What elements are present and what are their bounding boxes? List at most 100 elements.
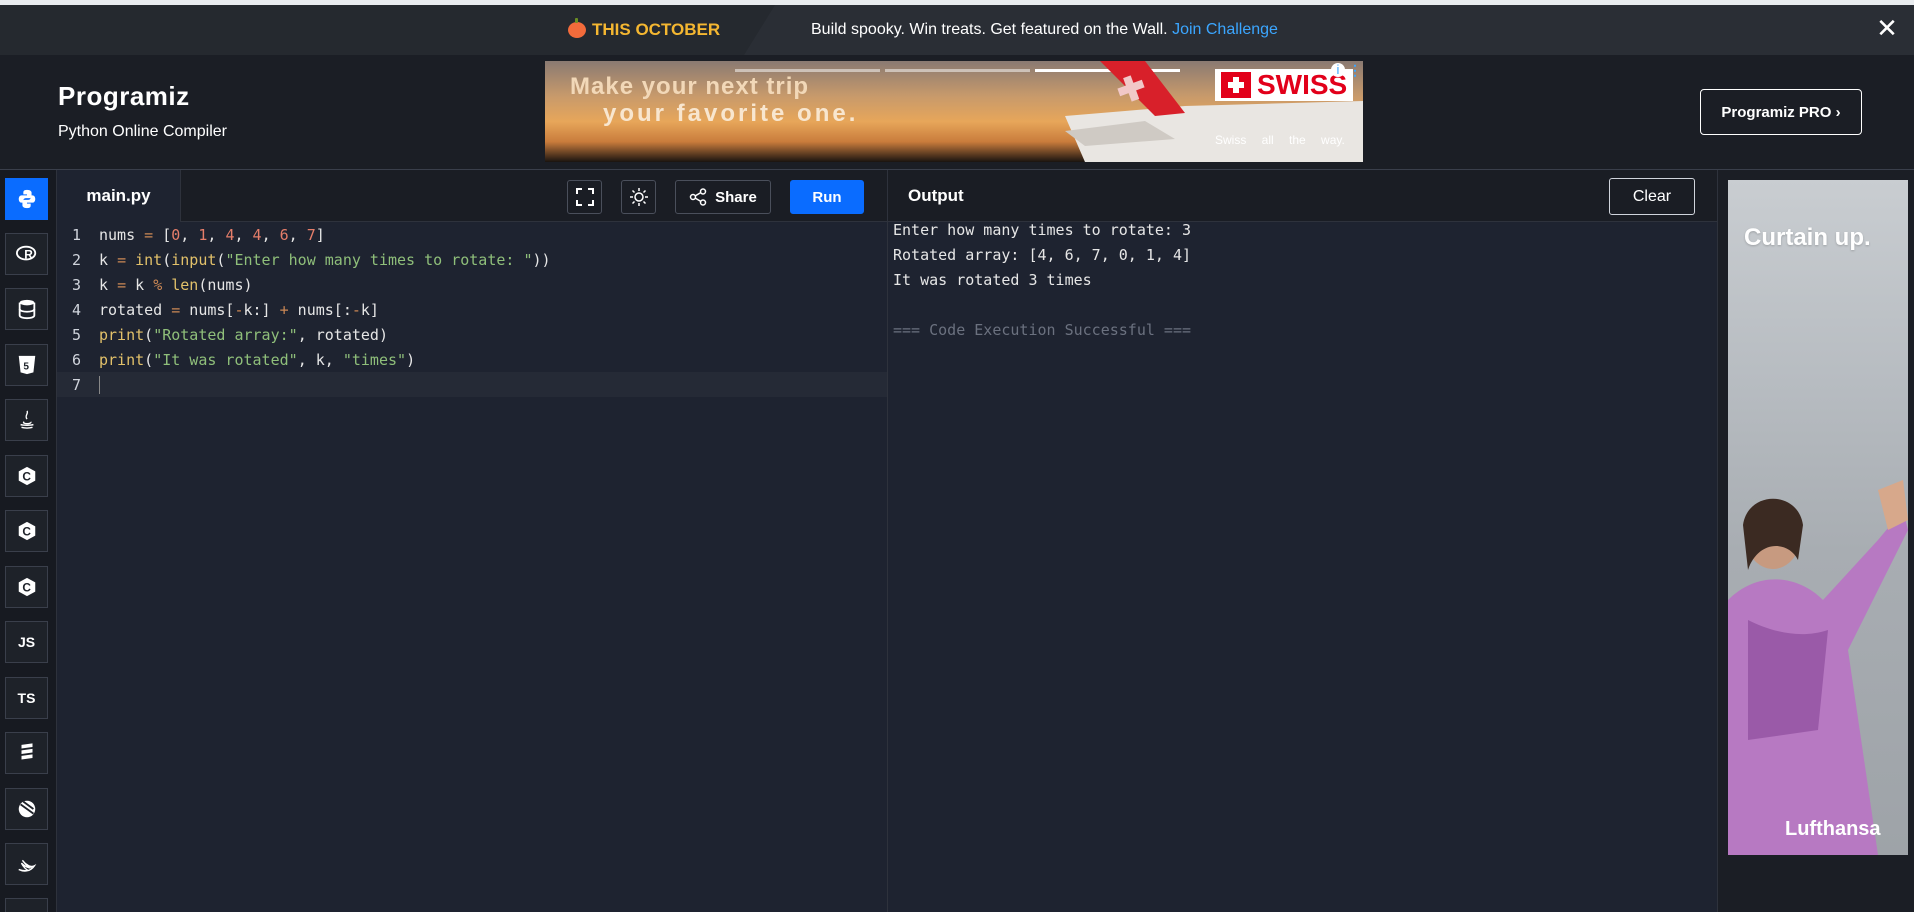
pumpkin-icon [568,18,586,38]
share-label: Share [715,188,757,206]
run-button[interactable]: Run [790,180,864,214]
svg-text:R: R [24,248,33,262]
output-line: Enter how many times to rotate: 3 [893,221,1192,239]
line-number: 4 [71,300,81,319]
svg-text:C: C [22,470,31,484]
ad-menu-icon[interactable]: ⋮ [1348,62,1362,79]
sidebar-item-python[interactable] [5,178,48,220]
lufthansa-brand: Lufthansa [1785,818,1881,840]
promo-tag-label: THIS OCTOBER [592,20,721,39]
site-header: Programiz Python Online Compiler Make yo… [0,55,1914,170]
ad-info-icon[interactable]: i [1331,63,1345,77]
sidebar-item-sql[interactable] [5,288,48,330]
line-number: 7 [71,375,81,394]
sidebar-item-go[interactable] [5,732,48,774]
sidebar-item-csharp[interactable]: C [5,566,48,608]
line-number: 2 [71,250,81,269]
python-icon [18,189,35,209]
svg-text:C: C [22,581,31,595]
programiz-pro-button[interactable]: Programiz PRO › [1700,89,1862,135]
code-line: 5 print("Rotated array:", rotated) [57,322,887,347]
sidebar-item-html[interactable]: 5 [5,344,48,386]
sun-icon [629,188,648,206]
promo-message-text: Build spooky. Win treats. Get featured o… [811,21,1168,38]
fullscreen-icon [575,188,594,206]
swift-icon [17,859,36,872]
page-subtitle: Python Online Compiler [58,123,227,140]
share-icon [689,188,707,206]
code-text: k = int(input("Enter how many times to r… [99,250,551,269]
ad-headline-1: Make your next trip [570,73,810,100]
editor-toolbar: main.py Share Run [57,170,887,222]
programiz-logo[interactable]: Programiz [58,81,190,112]
promo-banner: THIS OCTOBER Build spooky. Win treats. G… [0,0,1914,55]
code-editor[interactable]: 1 nums = [0, 1, 4, 4, 6, 7] 2 k = int(in… [57,222,887,912]
sidebar-item-more[interactable] [5,898,48,912]
svg-text:5: 5 [23,362,29,373]
svg-text:C: C [22,525,31,539]
code-text: print("Rotated array:", rotated) [99,325,388,344]
side-advertisement[interactable]: Curtain up. Lufthansa [1728,180,1908,855]
sidebar-item-js[interactable]: JS [5,621,48,663]
ad-progress-bar [735,69,880,72]
line-number: 1 [71,225,81,244]
database-icon [18,299,35,320]
r-icon: R [15,245,36,262]
code-line: 4 rotated = nums[-k:] + nums[:-k] [57,297,887,322]
side-ad-headline: Curtain up. [1744,224,1871,251]
promo-message: Build spooky. Win treats. Get featured o… [811,21,1278,39]
js-icon: JS [17,634,36,650]
code-text: nums = [0, 1, 4, 4, 6, 7] [99,225,325,244]
code-line-current: 7 [57,372,887,397]
language-sidebar: R 5 C C C JS TS [0,170,57,912]
close-icon[interactable]: ✕ [1874,15,1900,41]
line-number: 5 [71,325,81,344]
code-line: 3 k = k % len(nums) [57,272,887,297]
ad-progress-bar [885,69,1030,72]
side-ad-container: Curtain up. Lufthansa [1717,170,1914,912]
ts-icon: TS [17,690,36,706]
top-advertisement[interactable]: Make your next trip your favorite one. S… [545,61,1363,162]
ad-headline-2: your favorite one. [603,100,859,127]
line-number: 6 [71,350,81,369]
ad-tagline: Swiss all the way. [1215,133,1345,147]
execution-status: === Code Execution Successful === [893,321,1192,339]
output-line: It was rotated 3 times [893,271,1092,289]
dancer-image [1728,480,1908,855]
code-text: print("It was rotated", k, "times") [99,350,416,369]
line-number: 3 [71,275,81,294]
output-toolbar: Output Clear [887,170,1717,222]
code-text [91,375,100,394]
cpp-icon: C [18,521,35,541]
sidebar-item-c[interactable]: C [5,455,48,497]
c-icon: C [18,466,35,486]
clear-button[interactable]: Clear [1609,178,1695,215]
join-challenge-link[interactable]: Join Challenge [1172,21,1278,38]
sidebar-item-swift[interactable] [5,843,48,885]
theme-toggle-button[interactable] [621,180,656,214]
code-line: 1 nums = [0, 1, 4, 4, 6, 7] [57,222,887,247]
sidebar-item-php[interactable] [5,788,48,830]
share-button[interactable]: Share [675,180,771,214]
sidebar-item-ts[interactable]: TS [5,677,48,719]
stack-icon [21,743,32,760]
output-line: Rotated array: [4, 6, 7, 0, 1, 4] [893,246,1192,264]
output-panel[interactable]: Enter how many times to rotate: 3 Rotate… [887,221,1717,912]
promo-tag: THIS OCTOBER [568,18,721,40]
code-line: 6 print("It was rotated", k, "times") [57,347,887,372]
tab-main-py[interactable]: main.py [57,170,181,222]
csharp-icon: C [18,577,35,597]
sidebar-item-r[interactable]: R [5,233,48,275]
sidebar-item-cpp[interactable]: C [5,510,48,552]
code-text: k = k % len(nums) [99,275,253,294]
fullscreen-button[interactable] [567,180,602,214]
text-cursor [99,375,100,394]
sidebar-item-java[interactable] [5,399,48,441]
java-icon [19,410,34,429]
code-text: rotated = nums[-k:] + nums[:-k] [99,300,379,319]
html5-icon: 5 [18,355,35,375]
swiss-cross-icon [1221,72,1251,98]
output-title: Output [908,186,964,205]
ball-icon [18,800,35,818]
code-line: 2 k = int(input("Enter how many times to… [57,247,887,272]
